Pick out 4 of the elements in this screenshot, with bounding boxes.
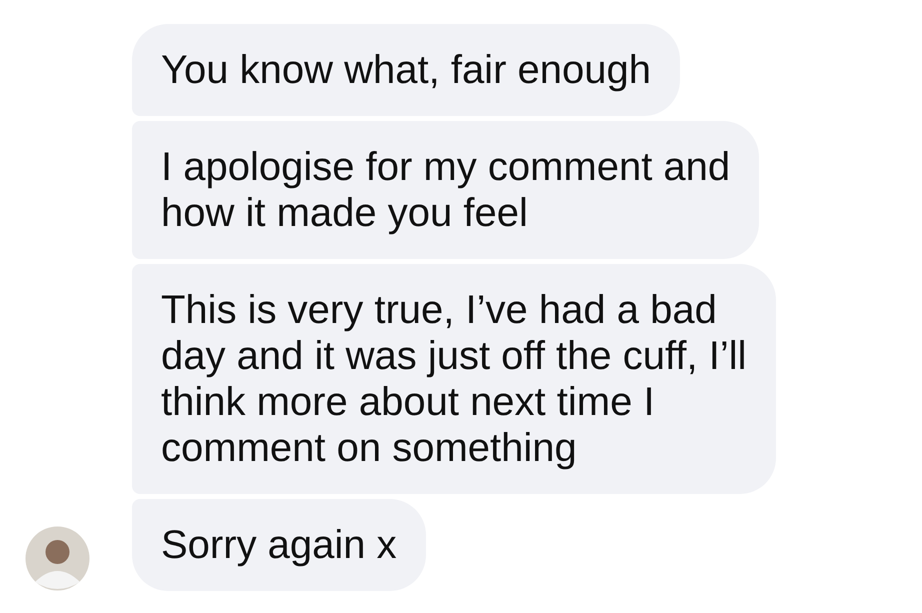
message-bubble: I apologise for my comment and how it made you feel [132, 121, 760, 259]
message-bubble: Sorry again x [132, 499, 426, 591]
message-bubble: This is very true, I’ve had a bad day and it was just off the cuff, I’ll think more about next time I comment on something [132, 264, 776, 494]
message-bubble: You know what, fair enough [132, 24, 680, 116]
